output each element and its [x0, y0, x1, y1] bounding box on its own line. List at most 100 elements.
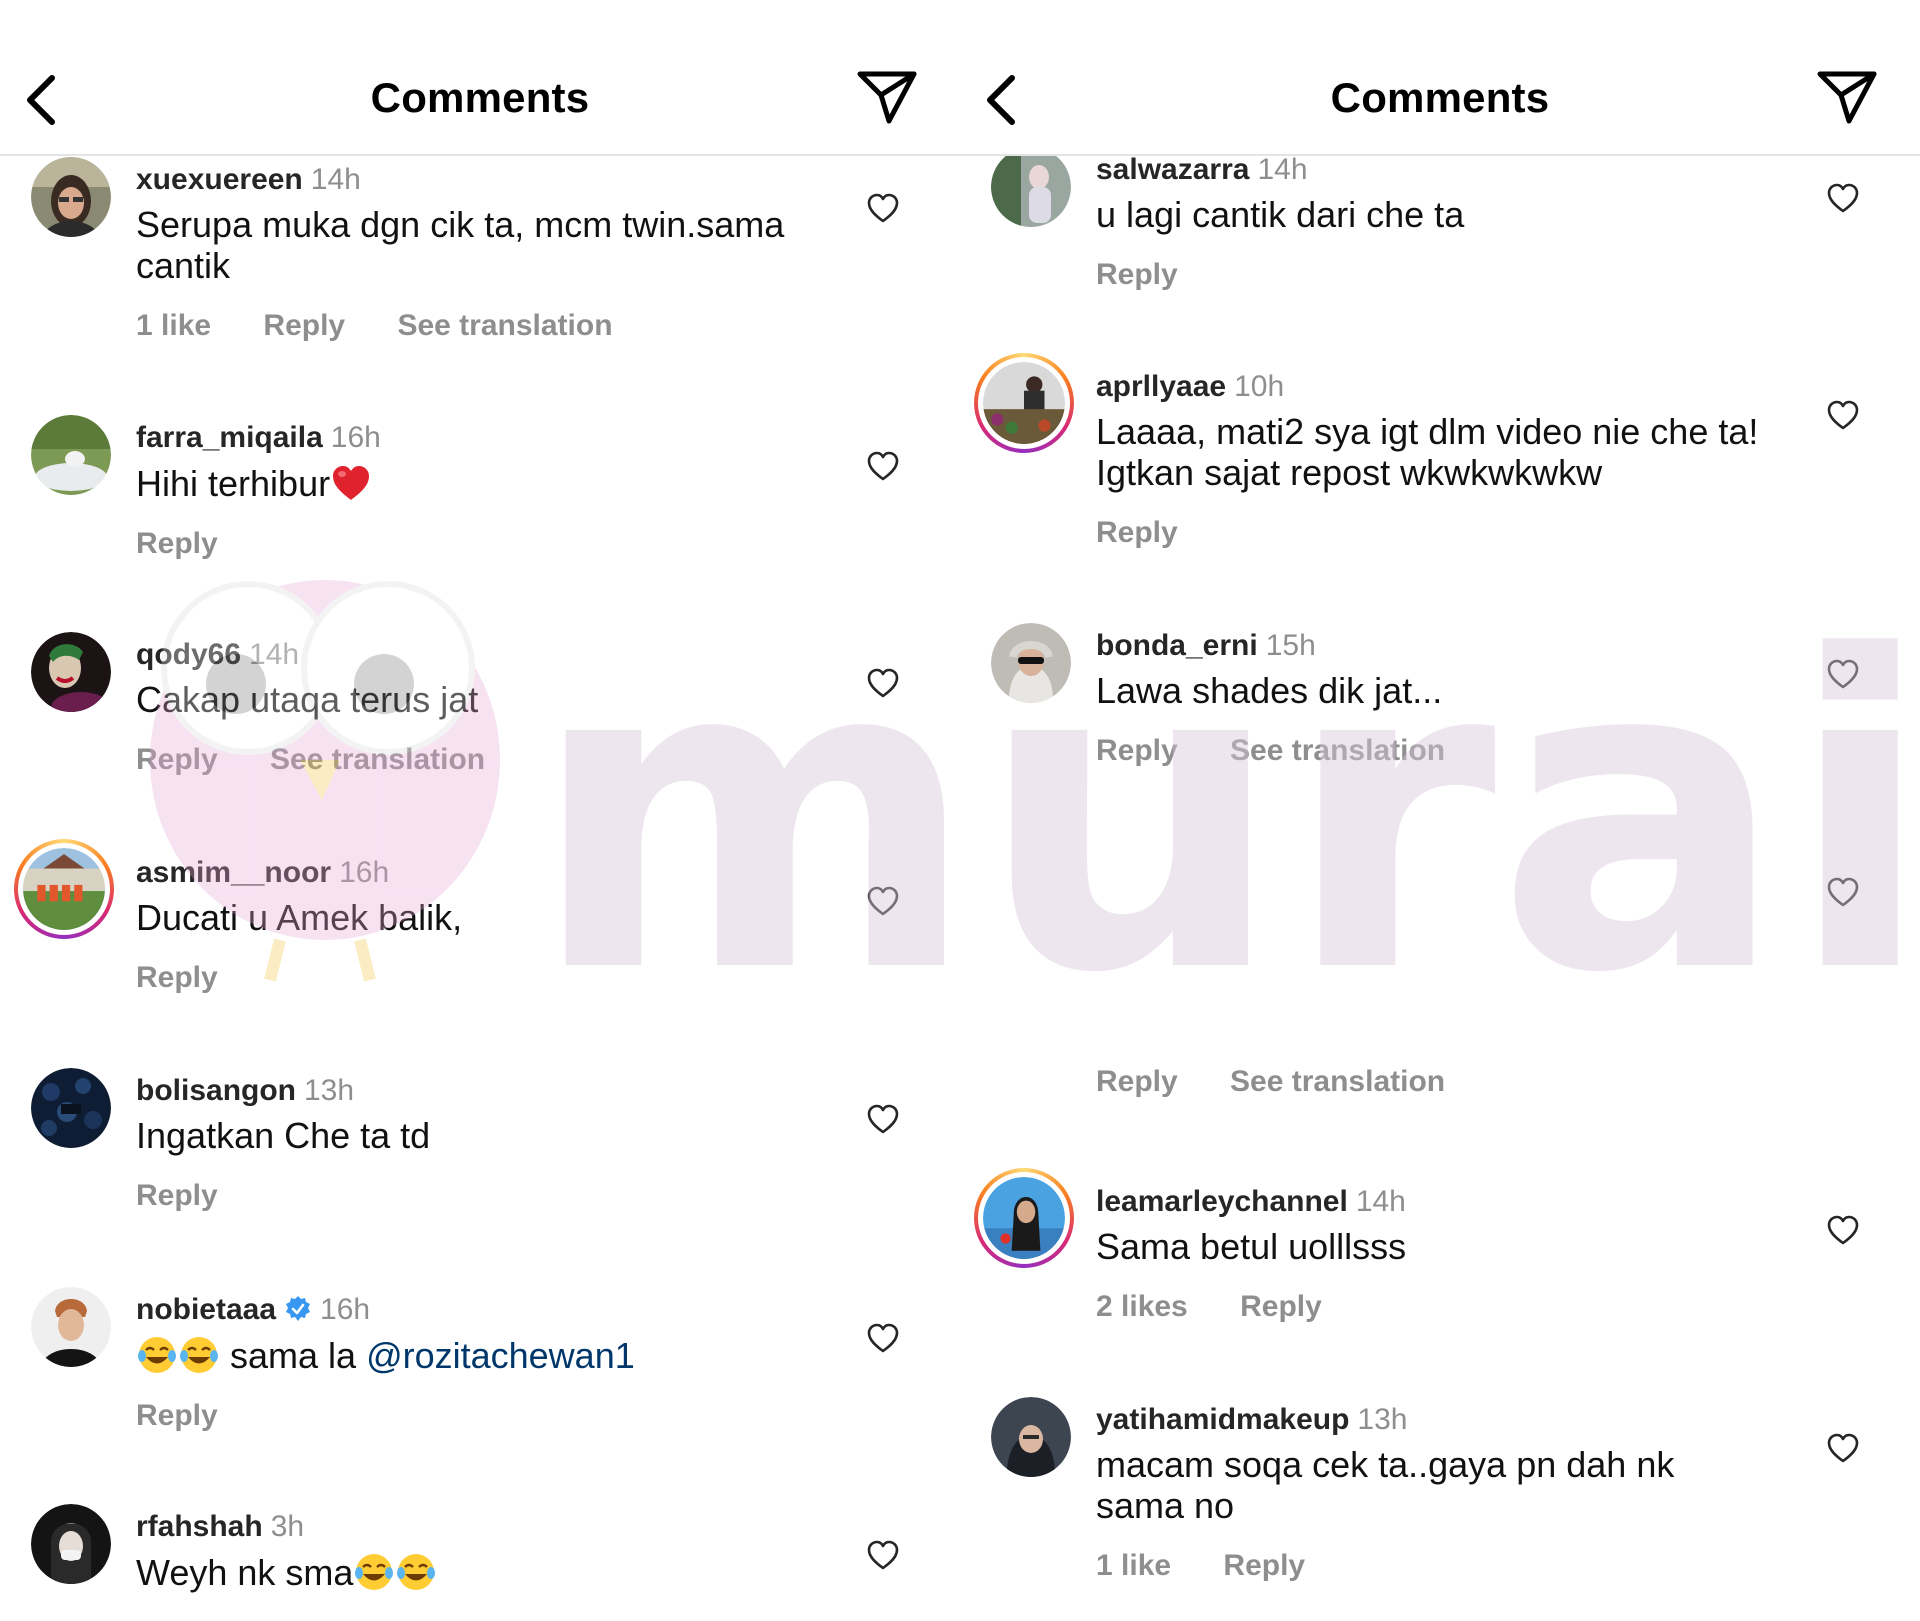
avatar-photo [23, 848, 105, 930]
heart-icon[interactable] [866, 1322, 900, 1354]
avatar[interactable] [28, 629, 114, 715]
see-translation-button[interactable]: See translation [1230, 1065, 1445, 1098]
heart-icon[interactable] [1826, 658, 1860, 690]
mention-link[interactable]: @rozitachewan1 [366, 1335, 635, 1376]
comments-screen-right: Comments salwazarra 14h u lagi cantik da… [960, 0, 1920, 1621]
reply-button[interactable]: Reply [263, 309, 345, 342]
username[interactable]: yatihamidmakeup [1096, 1403, 1349, 1436]
reply-button[interactable]: Reply [1240, 1290, 1322, 1323]
username[interactable]: asmim__noor [136, 856, 331, 889]
red-heart-emoji-icon [333, 466, 370, 500]
timestamp: 14h [1257, 153, 1308, 186]
page-title: Comments [1330, 74, 1550, 121]
avatar-with-story-ring[interactable] [14, 839, 114, 939]
avatar-with-story-ring[interactable] [974, 353, 1074, 453]
comment-list: salwazarra 14h u lagi cantik dari che ta … [960, 0, 1920, 1621]
username[interactable]: qody66 [136, 638, 241, 671]
heart-icon[interactable] [1826, 1432, 1860, 1464]
username[interactable]: bolisangon [136, 1074, 296, 1107]
timestamp: 14h [310, 163, 361, 196]
tears-of-joy-emoji-icon [138, 1337, 176, 1373]
comment-text: Laaaa, mati2 sya igt dlm video nie che t… [1096, 411, 1759, 493]
send-icon[interactable] [856, 68, 918, 126]
likes-count[interactable]: 1 like [136, 309, 211, 342]
username[interactable]: nobietaaa [136, 1293, 276, 1326]
reply-button[interactable]: Reply [136, 1179, 218, 1212]
comments-screen-left: Comments xuexuereen 14h Serupa muka dgn … [0, 0, 960, 1621]
reply-button[interactable]: Reply [136, 527, 218, 560]
comment-text: Ducati u Amek balik, [136, 897, 463, 938]
username[interactable]: salwazarra [1096, 153, 1249, 186]
avatar[interactable] [988, 144, 1074, 230]
timestamp: 10h [1234, 370, 1285, 403]
timestamp: 16h [339, 856, 390, 889]
likes-count[interactable]: 1 like [1096, 1549, 1171, 1582]
avatar-photo [991, 1397, 1071, 1477]
reply-button[interactable]: Reply [1096, 1065, 1178, 1098]
reply-button[interactable]: Reply [136, 961, 218, 994]
tears-of-joy-emoji-icon [180, 1337, 218, 1373]
see-translation-button[interactable]: See translation [1230, 734, 1445, 767]
username[interactable]: aprllyaae [1096, 370, 1226, 403]
see-translation-button[interactable]: See translation [270, 743, 485, 776]
reply-button[interactable]: Reply [1096, 258, 1178, 291]
timestamp: 13h [304, 1074, 355, 1107]
comment-text-content: Hihi terhibur [136, 463, 331, 504]
comment-text-content: Weyh nk sma [136, 1552, 354, 1593]
timestamp: 14h [249, 638, 300, 671]
heart-icon[interactable] [1826, 1214, 1860, 1246]
username[interactable]: leamarleychannel [1096, 1185, 1348, 1218]
heart-icon[interactable] [866, 667, 900, 699]
avatar[interactable] [28, 1501, 114, 1587]
heart-icon[interactable] [1826, 182, 1860, 214]
reply-button[interactable]: Reply [1096, 734, 1178, 767]
avatar-photo [31, 157, 111, 237]
reply-button[interactable]: Reply [136, 743, 218, 776]
timestamp: 15h [1265, 629, 1316, 662]
heart-icon[interactable] [866, 885, 900, 917]
timestamp: 16h [330, 421, 381, 454]
comment-text: macam soqa cek ta..gaya pn dah nk sama n… [1096, 1444, 1675, 1526]
avatar[interactable] [28, 412, 114, 498]
username[interactable]: bonda_erni [1096, 629, 1258, 662]
send-icon[interactable] [1816, 68, 1878, 126]
comment-text: Weyh nk sma [136, 1551, 826, 1593]
comment-text-content: sama la [220, 1335, 367, 1376]
reply-button[interactable]: Reply [1223, 1549, 1305, 1582]
avatar-photo [991, 623, 1071, 703]
timestamp: 3h [270, 1510, 305, 1543]
username[interactable]: farra_miqaila [136, 421, 323, 454]
verified-badge-icon [286, 1296, 311, 1321]
timestamp: 16h [320, 1293, 371, 1326]
avatar[interactable] [988, 1394, 1074, 1480]
comment-text: u lagi cantik dari che ta [1096, 194, 1465, 235]
heart-icon[interactable] [866, 1539, 900, 1571]
likes-count[interactable]: 2 likes [1096, 1290, 1188, 1323]
username[interactable]: xuexuereen [136, 163, 303, 196]
avatar[interactable] [28, 154, 114, 240]
heart-icon[interactable] [866, 1103, 900, 1135]
avatar-photo [31, 632, 111, 712]
timestamp: 14h [1355, 1185, 1406, 1218]
avatar-photo [991, 147, 1071, 227]
comment-text: Hihi terhibur [136, 462, 826, 504]
tears-of-joy-emoji-icon [397, 1554, 436, 1590]
avatar[interactable] [988, 620, 1074, 706]
timestamp: 13h [1357, 1403, 1408, 1436]
username[interactable]: rfahshah [136, 1510, 263, 1543]
avatar-photo [983, 1177, 1065, 1259]
heart-icon[interactable] [1826, 876, 1860, 908]
heart-icon[interactable] [1826, 399, 1860, 431]
see-translation-button[interactable]: See translation [397, 309, 612, 342]
avatar-with-story-ring[interactable] [974, 1168, 1074, 1268]
comment-text: sama la @rozitachewan1 [136, 1334, 826, 1376]
reply-button[interactable]: Reply [136, 1399, 218, 1432]
avatar[interactable] [28, 1065, 114, 1151]
heart-icon[interactable] [866, 450, 900, 482]
heart-icon[interactable] [866, 192, 900, 224]
reply-button[interactable]: Reply [1096, 516, 1178, 549]
avatar[interactable] [28, 1284, 114, 1370]
header: Comments [960, 0, 1920, 156]
avatar-photo [31, 415, 111, 495]
comment-text: Lawa shades dik jat... [1096, 670, 1443, 711]
